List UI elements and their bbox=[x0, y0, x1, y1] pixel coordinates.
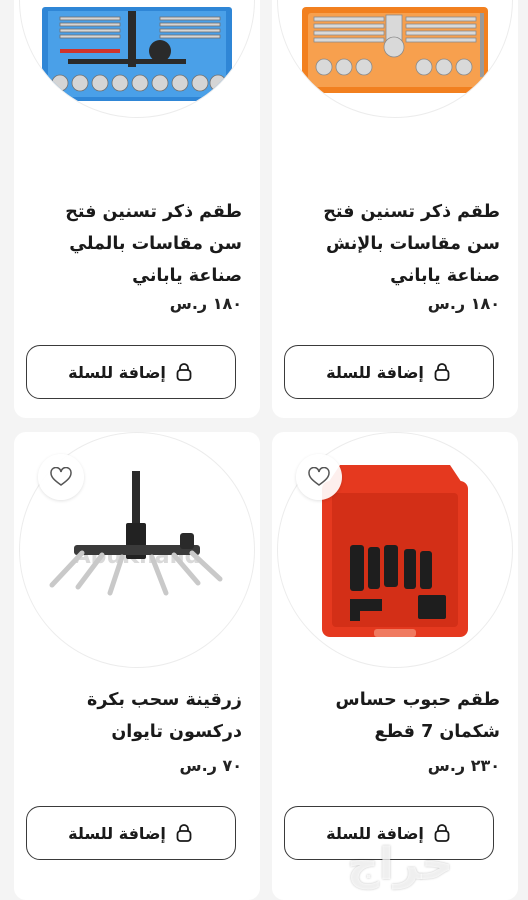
product-card[interactable]: طقم ذكر تسنين فتح سن مقاسات بالإنش صناعة… bbox=[272, 0, 518, 418]
product-title[interactable]: طقم ذكر تسنين فتح سن مقاسات بالإنش صناعة… bbox=[286, 196, 500, 292]
site-watermark: حراج bbox=[347, 838, 453, 890]
product-price: ٢٣٠ ر.س bbox=[427, 756, 500, 775]
heart-icon bbox=[308, 467, 330, 486]
product-card[interactable]: Abu طقم حبوب حساس شكمان 7 قطع ٢٣٠ ر.س إض… bbox=[272, 432, 518, 900]
product-image-frame[interactable] bbox=[277, 0, 513, 118]
product-title[interactable]: طقم حبوب حساس شكمان 7 قطع bbox=[286, 684, 500, 748]
product-price: ١٨٠ ر.س bbox=[427, 294, 500, 313]
add-to-cart-button[interactable]: إضافة للسلة bbox=[26, 806, 236, 860]
product-card[interactable]: AbuKhalid زرقينة سحب بكرة دركسون تايوان … bbox=[14, 432, 260, 900]
heart-icon bbox=[50, 467, 72, 486]
product-image-orange-tap-die-set bbox=[302, 7, 488, 93]
product-image-blue-tap-die-set bbox=[42, 7, 232, 101]
product-price: ٧٠ ر.س bbox=[179, 756, 242, 775]
wishlist-button[interactable] bbox=[296, 454, 342, 500]
add-to-cart-label: إضافة للسلة bbox=[68, 362, 166, 382]
add-to-cart-label: إضافة للسلة bbox=[326, 362, 424, 382]
wishlist-button[interactable] bbox=[38, 454, 84, 500]
shopping-bag-icon bbox=[434, 363, 450, 381]
shopping-bag-icon bbox=[176, 363, 192, 381]
product-image-frame[interactable] bbox=[19, 0, 255, 118]
add-to-cart-button[interactable]: إضافة للسلة bbox=[26, 345, 236, 399]
add-to-cart-label: إضافة للسلة bbox=[68, 823, 166, 843]
product-title[interactable]: طقم ذكر تسنين فتح سن مقاسات بالملي صناعة… bbox=[28, 196, 242, 292]
shopping-bag-icon bbox=[176, 824, 192, 842]
add-to-cart-button[interactable]: إضافة للسلة bbox=[284, 345, 494, 399]
product-price: ١٨٠ ر.س bbox=[169, 294, 242, 313]
product-card[interactable]: طقم ذكر تسنين فتح سن مقاسات بالملي صناعة… bbox=[14, 0, 260, 418]
product-title[interactable]: زرقينة سحب بكرة دركسون تايوان bbox=[28, 684, 242, 748]
